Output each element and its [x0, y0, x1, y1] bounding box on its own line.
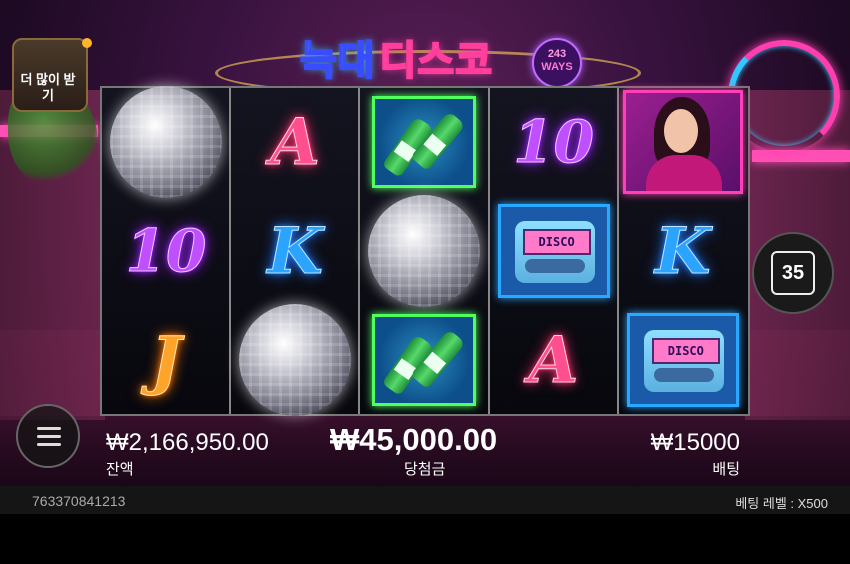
symbol-cell: A — [231, 88, 359, 196]
menu-icon-line — [37, 427, 61, 430]
game-title-part2: 디스코 — [379, 38, 494, 84]
menu-icon-line — [37, 435, 61, 438]
symbol-10-icon: 10 — [513, 108, 595, 177]
pager-buttons — [524, 259, 585, 273]
pager-screen: DISCO — [522, 229, 591, 255]
scatter-counter-button[interactable]: 35 — [752, 232, 834, 314]
disco-pager-icon: DISCO — [497, 204, 610, 298]
symbol-cell: K — [619, 197, 747, 305]
disco-ball-icon — [239, 304, 352, 416]
win-label: 당첨금 — [404, 461, 446, 478]
symbol-a-icon: A — [528, 322, 579, 398]
soju-bottles-icon — [372, 314, 477, 406]
round-id: 763370841213 — [32, 493, 126, 509]
ways-label: WAYS — [541, 61, 573, 73]
bet-value[interactable]: ₩15000 — [651, 429, 740, 457]
pager-body: DISCO — [643, 330, 724, 392]
disco-ball-icon — [110, 86, 222, 198]
reel-2: AK — [231, 88, 361, 416]
disco-pager-icon: DISCO — [626, 313, 739, 407]
win-value: ₩45,000.00 — [330, 422, 498, 457]
reel-5: K DISCO — [618, 88, 748, 414]
symbol-cell — [360, 306, 488, 414]
symbol-cell — [360, 195, 488, 307]
symbol-cell: DISCO — [490, 197, 618, 305]
disco-lady-icon — [622, 90, 743, 194]
symbol-cell — [360, 88, 488, 196]
lady-face — [663, 109, 698, 153]
symbol-cell — [231, 304, 359, 416]
symbol-cell: DISCO — [619, 306, 747, 414]
symbol-cell: 10 — [102, 197, 230, 305]
scatter-count: 35 — [771, 251, 815, 295]
symbol-j-icon: J — [150, 322, 182, 398]
ways-number: 243 — [547, 48, 567, 60]
reel-grid: 10 J A K 10 DISCO A K DISCO — [100, 86, 750, 416]
bottle-label — [423, 351, 447, 374]
bet-label: 배팅 — [712, 461, 740, 478]
pager-screen: DISCO — [651, 338, 720, 364]
symbol-a-icon: A — [270, 104, 321, 180]
lady-body — [645, 155, 722, 191]
disco-ball-icon — [368, 195, 481, 307]
soju-bottles-icon — [372, 96, 477, 188]
footer-bar — [0, 486, 850, 514]
game-title-part1: 늑대 — [299, 38, 376, 84]
symbol-cell: K — [231, 197, 359, 305]
balance-value: ₩2,166,950.00 — [106, 429, 269, 456]
balance-label: 잔액 — [106, 461, 134, 478]
pager-buttons — [653, 368, 714, 382]
menu-button[interactable] — [16, 404, 80, 468]
bottom-letterbox — [0, 514, 850, 564]
symbol-10-icon: 10 — [125, 217, 207, 286]
ways-badge: 243 WAYS — [532, 38, 582, 88]
bet-level: 베팅 레벨 : X500 — [735, 496, 828, 511]
more-bonus-button[interactable]: 더 많이 받기 — [8, 38, 98, 188]
bottle-label — [423, 133, 447, 156]
symbol-k-icon: K — [655, 213, 712, 289]
game-title: 늑대 디스코 — [299, 32, 493, 84]
symbol-cell — [619, 88, 747, 196]
symbol-cell: J — [102, 306, 230, 414]
more-bonus-label: 더 많이 받기 — [20, 72, 76, 103]
symbol-cell — [102, 86, 230, 198]
reel-3 — [360, 88, 490, 414]
symbol-cell: A — [490, 306, 618, 414]
menu-icon-line — [37, 443, 61, 446]
notification-dot — [82, 38, 92, 48]
symbol-cell: 10 — [490, 88, 618, 196]
pager-body: DISCO — [514, 221, 595, 283]
right-neon-bar — [752, 150, 850, 162]
symbol-k-icon: K — [267, 213, 324, 289]
reel-1: 10 J — [102, 86, 232, 414]
reel-4: 10 DISCO A — [489, 88, 619, 414]
